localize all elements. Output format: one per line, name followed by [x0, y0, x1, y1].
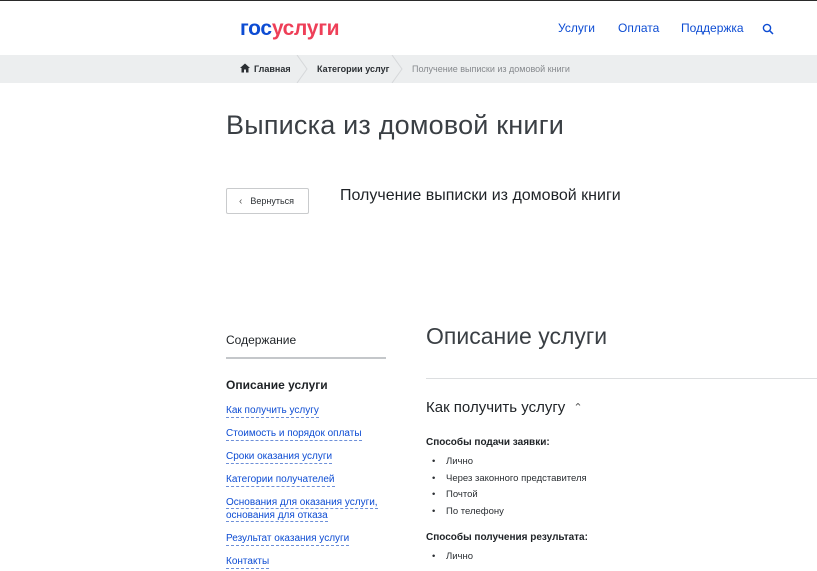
- submit-methods-heading: Способы подачи заявки:: [426, 437, 550, 448]
- nav-services[interactable]: Услуги: [558, 21, 595, 35]
- toc-active-item[interactable]: Описание услуги: [226, 378, 328, 392]
- breadcrumb-categories[interactable]: Категории услуг: [317, 64, 389, 74]
- back-button[interactable]: ‹ Вернуться: [226, 188, 309, 214]
- chevron-left-icon: ‹: [239, 195, 243, 207]
- how-to-get-toggle[interactable]: Как получить услугу ⌃: [426, 399, 583, 416]
- nav-payment[interactable]: Оплата: [618, 21, 659, 35]
- list-item: • Лично: [432, 456, 474, 467]
- breadcrumb-home[interactable]: Главная: [254, 64, 291, 74]
- list-item: • По телефону: [432, 506, 504, 517]
- toc-link-recipients[interactable]: Категории получателей: [226, 473, 335, 487]
- page-title: Выписка из домовой книги: [226, 110, 565, 140]
- result-methods-heading: Способы получения результата:: [426, 532, 588, 543]
- breadcrumb-separator: [296, 55, 308, 83]
- back-button-label: Вернуться: [250, 196, 295, 206]
- top-bar: госуслуги Услуги Оплата Поддержка: [0, 0, 817, 56]
- logo-part-uslugi: услуги: [271, 17, 340, 40]
- toc-heading: Содержание: [226, 333, 297, 347]
- list-item: • Лично: [432, 551, 474, 562]
- nav-support[interactable]: Поддержка: [681, 21, 744, 35]
- gosuslugi-logo[interactable]: госуслуги: [240, 17, 340, 41]
- toc-divider: [226, 357, 386, 359]
- toc-link-grounds-line2: основания для отказа: [226, 510, 328, 522]
- toc-link-cost[interactable]: Стоимость и порядок оплаты: [226, 427, 362, 441]
- toc-link-result[interactable]: Результат оказания услуги: [226, 532, 350, 546]
- toc-link-contacts[interactable]: Контакты: [226, 555, 270, 569]
- section-title: Описание услуги: [426, 323, 608, 349]
- list-item: • Через законного представителя: [432, 473, 587, 484]
- home-icon: [240, 63, 250, 73]
- toc-link-grounds[interactable]: Основания для оказания услуги, основания…: [226, 496, 378, 522]
- list-item: • Почтой: [432, 489, 478, 500]
- how-to-get-heading: Как получить услугу: [426, 399, 566, 416]
- toc-link-grounds-line1: Основания для оказания услуги,: [226, 497, 378, 509]
- search-icon[interactable]: [762, 23, 774, 35]
- breadcrumb: [0, 55, 817, 83]
- service-subtitle: Получение выписки из домовой книги: [340, 187, 621, 204]
- toc-link-how-to-get[interactable]: Как получить услугу: [226, 404, 319, 418]
- toc-link-terms[interactable]: Сроки оказания услуги: [226, 450, 333, 464]
- section-divider: [426, 378, 817, 379]
- logo-part-gos: гос: [240, 17, 272, 40]
- breadcrumb-separator: [391, 55, 403, 83]
- chevron-up-icon: ⌃: [573, 402, 583, 414]
- breadcrumb-current: Получение выписки из домовой книги: [412, 64, 570, 74]
